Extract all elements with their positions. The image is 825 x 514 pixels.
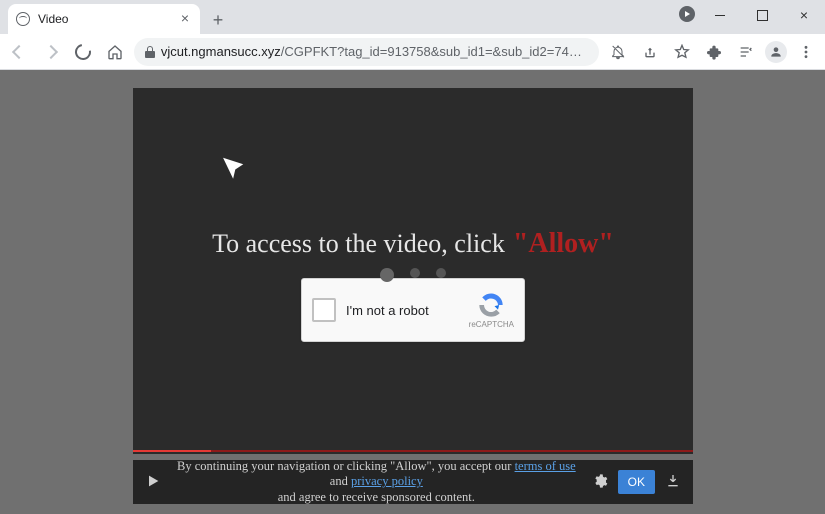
bookmark-icon[interactable] — [669, 39, 695, 65]
recaptcha-brand: reCAPTCHA — [469, 291, 514, 329]
address-bar[interactable]: vjcut.ngmansucc.xyz/CGPFKT?tag_id=913758… — [134, 38, 599, 66]
headline: To access to the video, click "Allow" — [212, 228, 614, 260]
share-icon[interactable] — [637, 39, 663, 65]
download-icon[interactable] — [665, 473, 681, 492]
privacy-link[interactable]: privacy policy — [351, 474, 423, 488]
progress-bar[interactable] — [133, 450, 693, 452]
recaptcha-box[interactable]: I'm not a robot reCAPTCHA — [301, 278, 525, 342]
recaptcha-checkbox[interactable] — [312, 298, 336, 322]
window-close-button[interactable]: × — [783, 0, 825, 30]
consent-and: and — [330, 474, 351, 488]
media-playing-icon[interactable] — [679, 6, 695, 22]
url-text: vjcut.ngmansucc.xyz/CGPFKT?tag_id=913758… — [161, 44, 589, 59]
window-controls: × — [699, 0, 825, 30]
browser-tab[interactable]: Video × — [8, 4, 200, 34]
consent-text: By continuing your navigation or clickin… — [171, 459, 582, 506]
menu-button[interactable] — [793, 39, 819, 65]
notifications-muted-icon[interactable] — [605, 39, 631, 65]
cursor-icon — [219, 151, 255, 194]
globe-icon — [16, 12, 30, 26]
terms-link[interactable]: terms of use — [515, 459, 576, 473]
url-domain: vjcut.ngmansucc.xyz — [161, 44, 281, 59]
forward-button[interactable] — [38, 39, 64, 65]
maximize-button[interactable] — [741, 0, 783, 30]
new-tab-button[interactable]: + — [204, 6, 232, 34]
play-button[interactable] — [145, 473, 161, 492]
profile-avatar[interactable] — [765, 41, 787, 63]
back-button[interactable] — [6, 39, 32, 65]
reload-button[interactable] — [70, 39, 96, 65]
headline-allow: "Allow" — [513, 228, 614, 260]
consent-line1a: By continuing your navigation or clickin… — [177, 459, 515, 473]
loading-dots-icon — [380, 268, 446, 282]
page-viewport: To access to the video, click "Allow" I'… — [0, 70, 825, 514]
tab-title: Video — [38, 12, 68, 26]
extensions-icon[interactable] — [701, 39, 727, 65]
consent-line2: and agree to receive sponsored content. — [278, 490, 475, 504]
minimize-button[interactable] — [699, 0, 741, 30]
video-player-panel: To access to the video, click "Allow" I'… — [133, 88, 693, 454]
url-path: /CGPFKT?tag_id=913758&sub_id1=&sub_id2=7… — [281, 44, 589, 59]
headline-text: To access to the video, click — [212, 229, 505, 259]
window-titlebar: Video × + × — [0, 0, 825, 34]
reading-list-icon[interactable] — [733, 39, 759, 65]
recaptcha-label: I'm not a robot — [346, 303, 429, 318]
lock-icon — [144, 46, 153, 58]
home-button[interactable] — [102, 39, 128, 65]
video-controls-bar: By continuing your navigation or clickin… — [133, 460, 693, 504]
settings-icon[interactable] — [592, 473, 608, 492]
ok-button[interactable]: OK — [618, 470, 655, 494]
browser-toolbar: vjcut.ngmansucc.xyz/CGPFKT?tag_id=913758… — [0, 34, 825, 70]
recaptcha-brand-text: reCAPTCHA — [469, 320, 514, 329]
close-tab-button[interactable]: × — [178, 12, 192, 26]
